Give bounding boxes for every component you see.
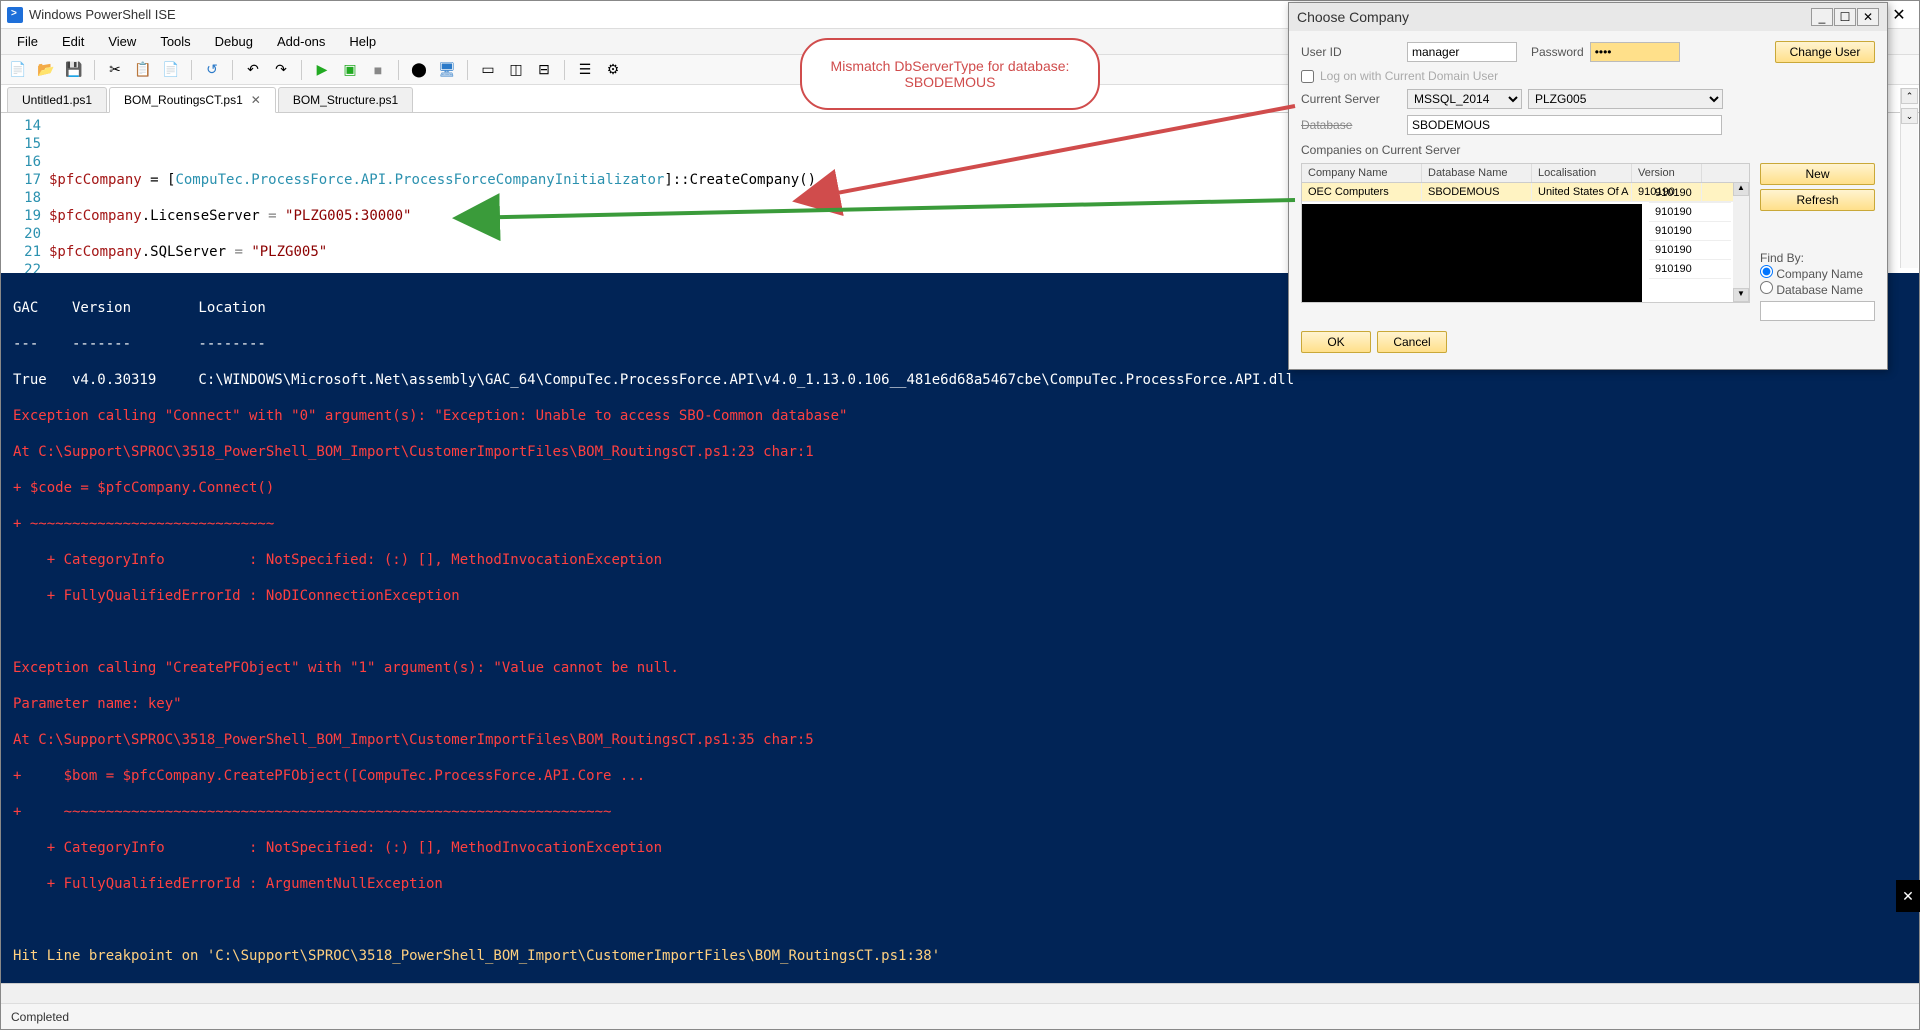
dialog-close-icon[interactable]: ✕ <box>1857 8 1879 26</box>
run-selection-icon[interactable]: ▣ <box>339 59 361 81</box>
menu-file[interactable]: File <box>7 31 48 52</box>
database-input[interactable] <box>1407 115 1722 135</box>
dialog-maximize-icon[interactable]: ☐ <box>1834 8 1856 26</box>
domain-checkbox[interactable] <box>1301 70 1314 83</box>
password-input[interactable] <box>1590 42 1680 62</box>
paste-icon[interactable]: 📄 <box>160 59 182 81</box>
menu-addons[interactable]: Add-ons <box>267 31 335 52</box>
new-button[interactable]: New <box>1760 163 1875 185</box>
find-by-label: Find By: <box>1760 251 1804 265</box>
save-icon[interactable]: 💾 <box>63 59 85 81</box>
redo-icon[interactable]: ↷ <box>270 59 292 81</box>
status-bar: Completed <box>1 1003 1919 1029</box>
remote-icon[interactable]: 🖥 <box>436 59 458 81</box>
editor-scrollbar[interactable]: ⌃ ⌄ <box>1900 88 1918 268</box>
dialog-title: Choose Company <box>1297 9 1409 25</box>
cut-icon[interactable]: ✂ <box>104 59 126 81</box>
open-file-icon[interactable]: 📂 <box>35 59 57 81</box>
copy-icon[interactable]: 📋 <box>132 59 154 81</box>
user-id-label: User ID <box>1301 45 1401 59</box>
status-text: Completed <box>11 1010 69 1024</box>
run-icon[interactable]: ▶ <box>311 59 333 81</box>
side-panel-toggle[interactable]: ✕ <box>1896 880 1920 912</box>
version-column: 910190 910190 910190 910190 910190 <box>1649 184 1731 279</box>
new-file-icon[interactable]: 📄 <box>7 59 29 81</box>
scroll-up-icon[interactable]: ▲ <box>1733 182 1749 196</box>
menu-tools[interactable]: Tools <box>150 31 200 52</box>
menu-edit[interactable]: Edit <box>52 31 94 52</box>
tool-icon[interactable]: ⚙ <box>602 59 624 81</box>
scroll-collapse-icon[interactable]: ⌄ <box>1901 108 1918 124</box>
line-numbers: 1415161718192021222324 <box>1 113 49 273</box>
app-icon <box>7 7 23 23</box>
col-localisation[interactable]: Localisation <box>1532 164 1632 182</box>
close-icon[interactable]: ✕ <box>1885 5 1913 25</box>
menu-debug[interactable]: Debug <box>205 31 263 52</box>
col-database-name[interactable]: Database Name <box>1422 164 1532 182</box>
tab-bom-routings[interactable]: BOM_RoutingsCT.ps1✕ <box>109 87 276 113</box>
tab-untitled[interactable]: Untitled1.ps1 <box>7 87 107 112</box>
scroll-expand-icon[interactable]: ⌃ <box>1901 88 1918 104</box>
domain-label: Log on with Current Domain User <box>1320 69 1498 83</box>
clear-icon[interactable]: ↺ <box>201 59 223 81</box>
find-input[interactable] <box>1760 301 1875 321</box>
window-title: Windows PowerShell ISE <box>29 7 176 22</box>
commands-icon[interactable]: ☰ <box>574 59 596 81</box>
current-server-label: Current Server <box>1301 92 1401 106</box>
database-label: Database <box>1301 118 1401 132</box>
col-version[interactable]: Version <box>1632 164 1702 182</box>
horizontal-scrollbar[interactable] <box>1 983 1919 1003</box>
refresh-button[interactable]: Refresh <box>1760 189 1875 211</box>
menu-view[interactable]: View <box>98 31 146 52</box>
tab-close-icon[interactable]: ✕ <box>251 93 261 107</box>
companies-table[interactable]: Company Name Database Name Localisation … <box>1301 163 1750 303</box>
tab-bom-structure[interactable]: BOM_Structure.ps1 <box>278 87 413 112</box>
find-company-radio[interactable]: Company Name <box>1760 267 1863 281</box>
menu-help[interactable]: Help <box>339 31 386 52</box>
choose-company-dialog: Choose Company _ ☐ ✕ User ID Password Ch… <box>1288 2 1888 370</box>
server-name-select[interactable]: PLZG005 <box>1528 89 1723 109</box>
server-type-select[interactable]: MSSQL_2014 <box>1407 89 1522 109</box>
pane2-icon[interactable]: ◫ <box>505 59 527 81</box>
console-pane[interactable]: GAC Version Location --- ------- -------… <box>1 273 1919 983</box>
annotation-callout: Mismatch DbServerType for database: SBOD… <box>800 38 1100 110</box>
scroll-down-icon[interactable]: ▼ <box>1733 288 1749 302</box>
pane3-icon[interactable]: ⊟ <box>533 59 555 81</box>
companies-label: Companies on Current Server <box>1301 143 1460 157</box>
ok-button[interactable]: OK <box>1301 331 1371 353</box>
password-label: Password <box>1531 45 1584 59</box>
table-scrollbar[interactable]: ▲ ▼ <box>1733 182 1749 302</box>
col-company-name[interactable]: Company Name <box>1302 164 1422 182</box>
dialog-minimize-icon[interactable]: _ <box>1811 8 1833 26</box>
pane1-icon[interactable]: ▭ <box>477 59 499 81</box>
change-user-button[interactable]: Change User <box>1775 41 1875 63</box>
cancel-button[interactable]: Cancel <box>1377 331 1447 353</box>
undo-icon[interactable]: ↶ <box>242 59 264 81</box>
redacted-area <box>1302 204 1642 303</box>
find-database-radio[interactable]: Database Name <box>1760 283 1863 297</box>
stop-icon[interactable]: ■ <box>367 59 389 81</box>
breakpoint-icon[interactable]: ⬤ <box>408 59 430 81</box>
user-id-input[interactable] <box>1407 42 1517 62</box>
